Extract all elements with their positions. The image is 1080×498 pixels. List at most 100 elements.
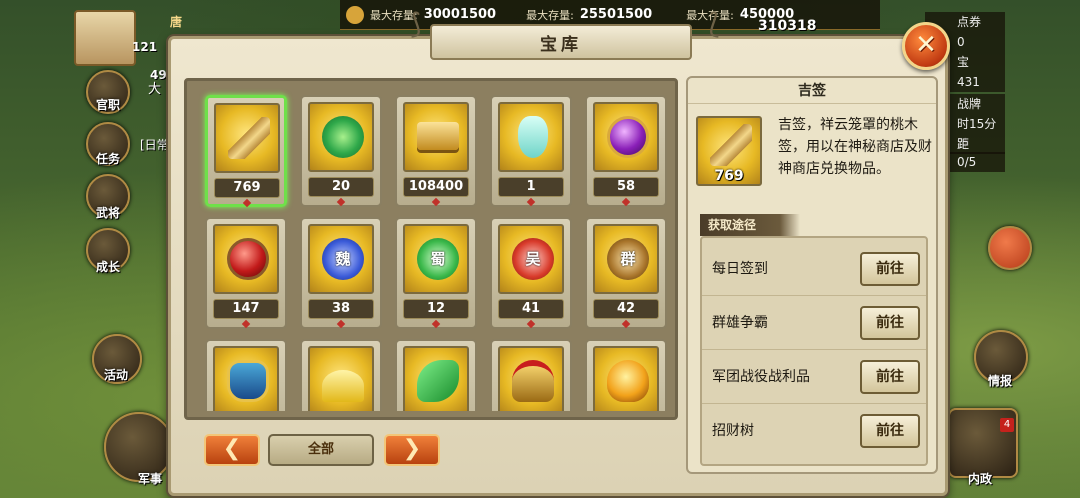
item-marker	[526, 319, 536, 329]
goto-button-daily-signin[interactable]: 前往	[860, 252, 920, 286]
detail-quantity: 769	[714, 168, 744, 184]
acquire-row: 每日签到 前往	[702, 242, 926, 296]
item-marker	[621, 197, 631, 207]
chevron-right-icon: ❯	[402, 436, 422, 461]
shu-seal-icon: 蜀	[417, 238, 459, 280]
growth-label: 成长	[95, 260, 120, 274]
resource-1-value: 30001500	[423, 7, 497, 22]
treasure-pot-icon	[227, 360, 269, 402]
item-cell[interactable]	[395, 339, 477, 411]
item-marker	[241, 319, 251, 329]
item-detail-panel: 吉签 769 吉签，祥云笼罩的桃木签，用以在神秘商店及财神商店兑换物品。 获取途…	[686, 76, 938, 474]
acquire-row: 军团战役战利品 前往	[702, 350, 926, 404]
prev-page-button[interactable]: ❮	[204, 434, 260, 466]
item-cell[interactable]: 108400	[395, 95, 477, 207]
chevron-left-icon: ❮	[222, 436, 242, 461]
item-quantity: 147	[213, 299, 279, 319]
copper-coin-icon	[346, 5, 364, 24]
jade-pendant-icon	[417, 360, 459, 402]
item-quantity: 1	[498, 177, 564, 197]
item-grid-frame: 769 20 108400 1 58 147 魏 38 蜀 12 吴 41 群 …	[184, 78, 678, 420]
player-name-banner: 唐	[140, 12, 240, 32]
acquire-label: 获取途径	[700, 214, 800, 236]
left-side-text-1: 大	[148, 82, 162, 97]
next-page-button[interactable]: ❯	[384, 434, 440, 466]
item-slot: 群	[593, 224, 659, 294]
item-slot	[498, 346, 564, 411]
item-cell[interactable]: 58	[585, 95, 667, 207]
item-cell[interactable]	[300, 339, 382, 411]
detail-description: 吉签，祥云笼罩的桃木签，用以在神秘商店及财神商店兑换物品。	[778, 117, 932, 177]
chat-button[interactable]	[988, 226, 1032, 270]
purple-gem-icon	[607, 116, 649, 158]
goto-button-money-tree[interactable]: 前往	[860, 414, 920, 448]
filter-all-button[interactable]: 全部	[268, 434, 374, 466]
item-quantity: 20	[308, 177, 374, 197]
item-cell[interactable]: 147	[205, 217, 287, 329]
token-stick-icon	[710, 124, 752, 166]
item-quantity: 108400	[403, 177, 469, 197]
general-label: 武将	[95, 206, 120, 220]
close-button[interactable]: ✕	[902, 22, 950, 70]
resource-2-value: 25501500	[579, 7, 653, 22]
wu-seal-icon: 吴	[512, 238, 554, 280]
item-cell[interactable]: 蜀 12	[395, 217, 477, 329]
panel-title-plate: 宝库	[430, 24, 692, 60]
seal-glyph: 吴	[525, 250, 541, 268]
right-dragon-ornament: ⟅	[708, 7, 720, 40]
goto-button-contest[interactable]: 前往	[860, 306, 920, 340]
item-slot	[593, 102, 659, 172]
item-slot	[403, 102, 469, 172]
item-cell[interactable]	[205, 339, 287, 411]
item-slot	[213, 346, 279, 411]
item-cell[interactable]: 吴 41	[490, 217, 572, 329]
jade-disc-icon	[322, 116, 364, 158]
item-marker	[526, 197, 536, 207]
item-quantity: 41	[498, 299, 564, 319]
item-cell[interactable]: 魏 38	[300, 217, 382, 329]
gold-ingot-icon	[417, 122, 459, 150]
item-slot	[498, 102, 564, 172]
item-marker	[336, 319, 346, 329]
official-rank-label: 官职	[95, 98, 120, 112]
detail-title: 吉签	[688, 78, 936, 104]
acquire-source-name: 每日签到	[712, 261, 768, 277]
resource-2-label: 最大存量:	[526, 8, 574, 22]
seal-glyph: 蜀	[430, 250, 446, 268]
qun-seal-icon: 群	[607, 238, 649, 280]
seal-glyph: 群	[620, 250, 636, 268]
goto-button-legion-battle[interactable]: 前往	[860, 360, 920, 394]
item-marker	[431, 319, 441, 329]
item-slot: 吴	[498, 224, 564, 294]
helmet-icon	[512, 360, 554, 402]
item-slot: 魏	[308, 224, 374, 294]
acquire-row: 招财树 前往	[702, 404, 926, 458]
item-cell[interactable]: 20	[300, 95, 382, 207]
item-quantity: 38	[308, 299, 374, 319]
acquire-source-name: 群雄争霸	[712, 315, 768, 331]
item-cell[interactable]	[490, 339, 572, 411]
vase-icon	[518, 116, 548, 158]
item-cell[interactable]: 1	[490, 95, 572, 207]
silver-value: 310318	[758, 18, 817, 34]
item-marker	[431, 197, 441, 207]
item-slot	[213, 224, 279, 294]
player-avatar[interactable]	[74, 10, 136, 66]
domestic-badge: 4	[1000, 418, 1014, 432]
item-slot	[214, 103, 280, 173]
item-slot	[593, 346, 659, 411]
domestic-label: 内政	[967, 472, 992, 486]
intel-label: 情报	[987, 374, 1012, 388]
red-gem-icon	[227, 238, 269, 280]
player-name: 唐	[170, 15, 183, 29]
quest-label: 任务	[95, 152, 120, 166]
item-cell[interactable]: 769	[205, 95, 287, 208]
acquire-source-name: 招财树	[712, 423, 754, 439]
filter-label: 全部	[307, 442, 334, 457]
amber-crystal-icon	[607, 360, 649, 402]
item-cell[interactable]: 群 42	[585, 217, 667, 329]
item-cell[interactable]	[585, 339, 667, 411]
item-quantity: 12	[403, 299, 469, 319]
item-grid[interactable]: 769 20 108400 1 58 147 魏 38 蜀 12 吴 41 群 …	[193, 87, 669, 411]
acquire-source-name: 军团战役战利品	[712, 369, 810, 385]
